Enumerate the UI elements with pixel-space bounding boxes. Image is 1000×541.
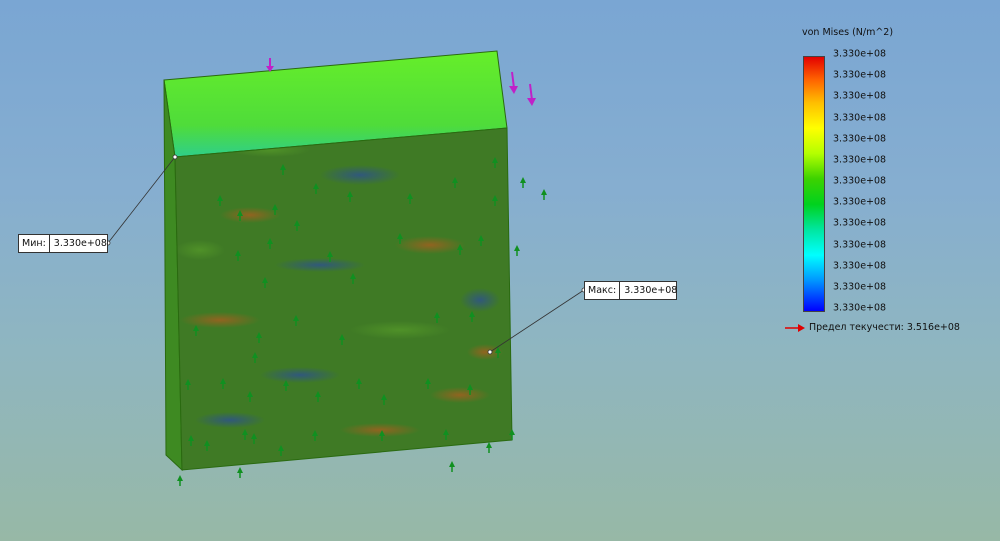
legend-tick-label: 3.330e+08 bbox=[833, 260, 887, 272]
min-probe-callout[interactable]: Мин: 3.330e+08 bbox=[18, 234, 108, 253]
fixture-arrow-icon bbox=[237, 467, 243, 478]
legend-tick-label: 3.330e+08 bbox=[833, 217, 887, 229]
legend-tick-label: 3.330e+08 bbox=[833, 69, 887, 81]
fixture-arrow-icon bbox=[486, 442, 492, 453]
fixture-arrow-icon bbox=[541, 189, 547, 200]
legend-tick-label: 3.330e+08 bbox=[833, 48, 887, 60]
force-arrow-icon bbox=[527, 83, 536, 106]
max-probe-value: 3.330e+08 bbox=[624, 285, 678, 296]
min-probe-value: 3.330e+08 bbox=[53, 238, 107, 249]
max-probe-label: Макс: bbox=[585, 282, 621, 299]
legend-tick-label: 3.330e+08 bbox=[833, 90, 887, 102]
legend-title: von Mises (N/m^2) bbox=[802, 27, 894, 38]
min-probe-label: Мин: bbox=[19, 235, 50, 252]
model-front-face[interactable] bbox=[170, 120, 520, 480]
max-probe-callout[interactable]: Макс: 3.330e+08 bbox=[584, 281, 677, 300]
legend-tick-label: 3.330e+08 bbox=[833, 133, 887, 145]
fixture-arrow-icon bbox=[449, 461, 455, 472]
legend-tick-label: 3.330e+08 bbox=[833, 175, 887, 187]
force-arrow-icon bbox=[266, 58, 274, 72]
legend-colorbar bbox=[803, 56, 825, 312]
legend-tick-label: 3.330e+08 bbox=[833, 154, 887, 166]
legend-tick-label: 3.330e+08 bbox=[833, 239, 887, 250]
fixture-arrow-icon bbox=[520, 177, 526, 188]
legend-tick-label: 3.330e+08 bbox=[833, 112, 887, 123]
legend-tick-label: 3.330e+08 bbox=[833, 281, 887, 293]
legend-tick-label: 3.330e+08 bbox=[833, 302, 887, 314]
legend-tick-label: 3.330e+08 bbox=[833, 196, 887, 208]
fixture-arrow-icon bbox=[177, 475, 183, 486]
yield-arrow-icon bbox=[785, 323, 805, 332]
yield-strength-label: Предел текучести: 3.516e+08 bbox=[809, 322, 960, 333]
force-arrow-icon bbox=[509, 71, 518, 94]
yield-strength-indicator: Предел текучести: 3.516e+08 bbox=[785, 322, 960, 333]
fixture-arrow-icon bbox=[514, 245, 520, 256]
